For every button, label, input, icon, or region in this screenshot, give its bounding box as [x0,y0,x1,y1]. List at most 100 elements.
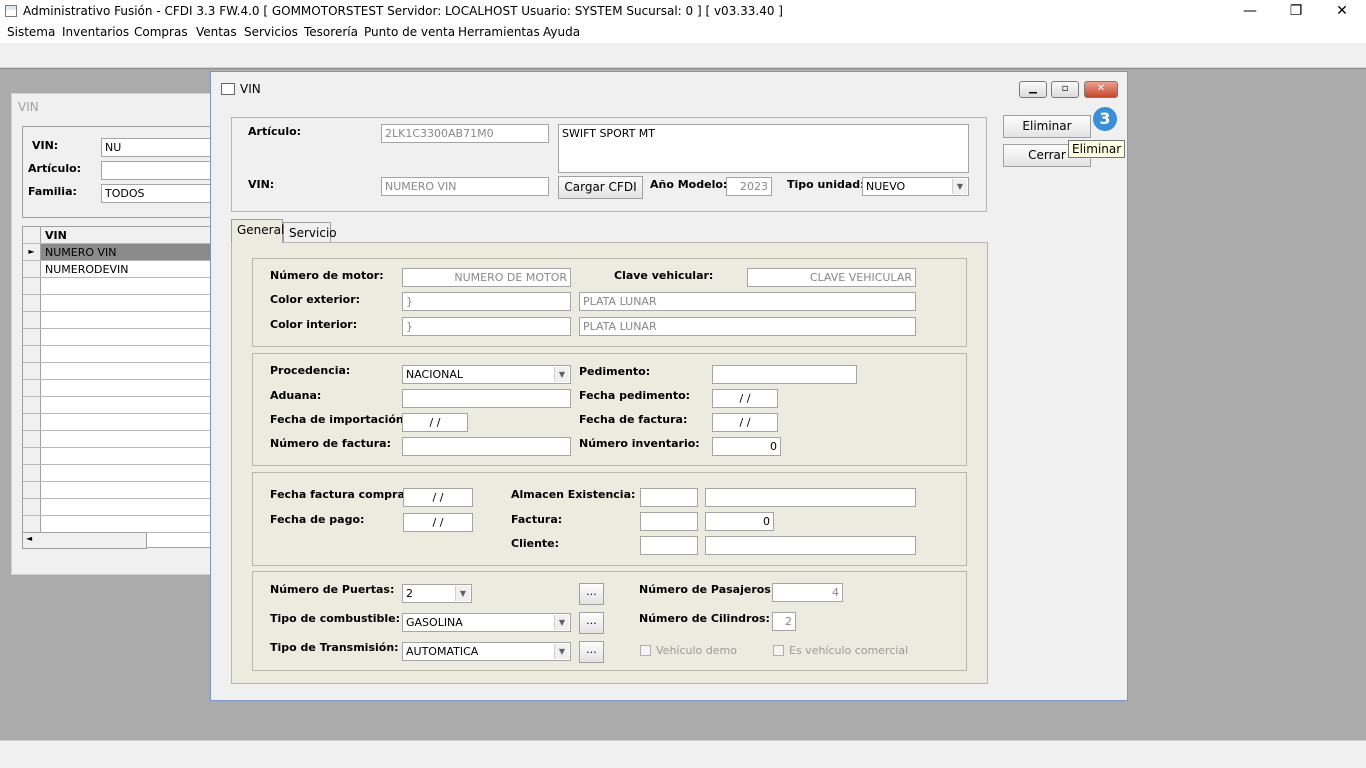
menu-bar: Sistema Inventarios Compras Ventas Servi… [0,24,1366,43]
close-button[interactable]: ✕ [1319,0,1365,24]
fecha-factura-compra-input[interactable]: / / [403,488,473,507]
cliente-name-input[interactable] [705,536,916,555]
articulo-label: Artículo: [248,125,302,138]
menu-compras[interactable]: Compras [134,25,188,39]
color-interior-name[interactable]: PLATA LUNAR [579,317,916,336]
grid-horizontal-scrollbar[interactable]: ◄ [22,532,147,549]
pedimento-input[interactable] [712,365,857,384]
menu-tesoreria[interactable]: Tesorería [304,25,358,39]
chevron-down-icon[interactable]: ▼ [455,586,470,601]
table-row[interactable] [23,516,221,533]
chevron-down-icon[interactable]: ▼ [554,644,569,659]
eliminar-tooltip: Eliminar [1068,140,1126,158]
table-row[interactable] [23,482,221,499]
fecha-importacion-label: Fecha de importación: [270,413,409,426]
articulo-frame: Artículo: 2LK1C3300AB71M0 SWIFT SPORT MT… [231,117,987,212]
grid-header-vin[interactable]: VIN [45,229,67,242]
vin-input[interactable]: NUMERO VIN [381,177,549,196]
tipo-unidad-select[interactable]: NUEVO ▼ [862,177,969,196]
fecha-importacion-input[interactable]: / / [402,413,468,432]
app-title: Administrativo Fusión - CFDI 3.3 FW.4.0 … [23,4,783,18]
combustible-ellipsis-button[interactable]: ... [579,612,604,634]
menu-punto-de-venta[interactable]: Punto de venta [364,25,455,39]
menu-herramientas[interactable]: Herramientas [458,25,540,39]
restore-button[interactable]: ❐ [1273,0,1319,24]
chevron-down-icon[interactable]: ▼ [554,367,569,382]
numero-puertas-select[interactable]: 2 ▼ [402,584,472,603]
row-indicator-icon: ► [23,244,41,260]
table-row[interactable] [23,363,221,380]
dialog-close-button[interactable]: ✕ [1084,81,1118,98]
articulo-code-input[interactable]: 2LK1C3300AB71M0 [381,124,549,143]
numero-motor-input[interactable]: NUMERO DE MOTOR [402,268,571,287]
fecha-pago-input[interactable]: / / [403,513,473,532]
general-tab-panel: Número de motor: NUMERO DE MOTOR Clave v… [231,242,988,684]
compra-section: Fecha factura compra: / / Fecha de pago:… [252,472,967,566]
fecha-pedimento-input[interactable]: / / [712,389,778,408]
vin-grid: VIN ► NUMERO VIN NUMERODEVIN [22,226,222,548]
table-row[interactable] [23,499,221,516]
dialog-maximize-button[interactable]: ▫ [1051,81,1079,98]
factura-label: Factura: [511,513,563,526]
fecha-factura-input[interactable]: / / [712,413,778,432]
almacen-name-input[interactable] [705,488,916,507]
cliente-code-input[interactable] [640,536,698,555]
menu-inventarios[interactable]: Inventarios [62,25,129,39]
grid-cell-vin: NUMERO VIN [45,246,117,259]
factura-code-input[interactable] [640,512,698,531]
scroll-left-icon[interactable]: ◄ [26,534,32,543]
tipo-combustible-select[interactable]: GASOLINA ▼ [402,613,571,632]
table-row[interactable] [23,295,221,312]
table-row[interactable]: ► NUMERO VIN [23,244,221,261]
chevron-down-icon[interactable]: ▼ [554,615,569,630]
table-row[interactable] [23,346,221,363]
table-row[interactable] [23,448,221,465]
menu-ayuda[interactable]: Ayuda [543,25,580,39]
tipo-transmision-value: AUTOMATICA [406,645,479,658]
tipo-transmision-select[interactable]: AUTOMATICA ▼ [402,642,571,661]
es-comercial-checkbox[interactable] [773,645,784,656]
table-row[interactable] [23,329,221,346]
color-exterior-code[interactable]: } [402,292,571,311]
color-exterior-name[interactable]: PLATA LUNAR [579,292,916,311]
numero-pasajeros-input[interactable]: 4 [772,583,843,602]
notification-badge: 3 [1093,107,1117,131]
procedencia-select[interactable]: NACIONAL ▼ [402,365,571,384]
numero-factura-input[interactable] [402,437,571,456]
minimize-button[interactable]: — [1227,0,1273,24]
vin-search-input[interactable]: NU [101,138,221,157]
tab-servicio[interactable]: Servicio [283,222,337,244]
articulo-description[interactable]: SWIFT SPORT MT [558,124,969,173]
menu-ventas[interactable]: Ventas [196,25,237,39]
dialog-minimize-button[interactable]: ▁ [1019,81,1047,98]
table-row[interactable] [23,414,221,431]
table-row[interactable] [23,431,221,448]
numero-cilindros-input[interactable]: 2 [772,612,796,631]
vehiculo-demo-checkbox[interactable] [640,645,651,656]
table-row[interactable] [23,465,221,482]
familia-select[interactable]: TODOS [101,184,221,203]
pedimento-label: Pedimento: [579,365,651,378]
puertas-ellipsis-button[interactable]: ... [579,583,604,605]
tab-general[interactable]: General [231,219,284,243]
cargar-cfdi-button[interactable]: Cargar CFDI [558,176,643,199]
menu-servicios[interactable]: Servicios [244,25,298,39]
almacen-code-input[interactable] [640,488,698,507]
table-row[interactable] [23,380,221,397]
articulo-search-input[interactable] [101,161,221,180]
numero-cilindros-label: Número de Cilindros: [639,612,770,625]
clave-vehicular-input[interactable]: CLAVE VEHICULAR [747,268,916,287]
table-row[interactable] [23,278,221,295]
table-row[interactable] [23,397,221,414]
anio-modelo-input[interactable]: 2023 [726,177,772,196]
chevron-down-icon[interactable]: ▼ [952,179,967,194]
menu-sistema[interactable]: Sistema [7,25,55,39]
factura-number-input[interactable]: 0 [705,512,774,531]
transmision-ellipsis-button[interactable]: ... [579,641,604,663]
eliminar-button[interactable]: Eliminar [1003,115,1091,138]
table-row[interactable]: NUMERODEVIN [23,261,221,278]
numero-inventario-input[interactable]: 0 [712,437,781,456]
color-interior-code[interactable]: } [402,317,571,336]
aduana-input[interactable] [402,389,571,408]
table-row[interactable] [23,312,221,329]
